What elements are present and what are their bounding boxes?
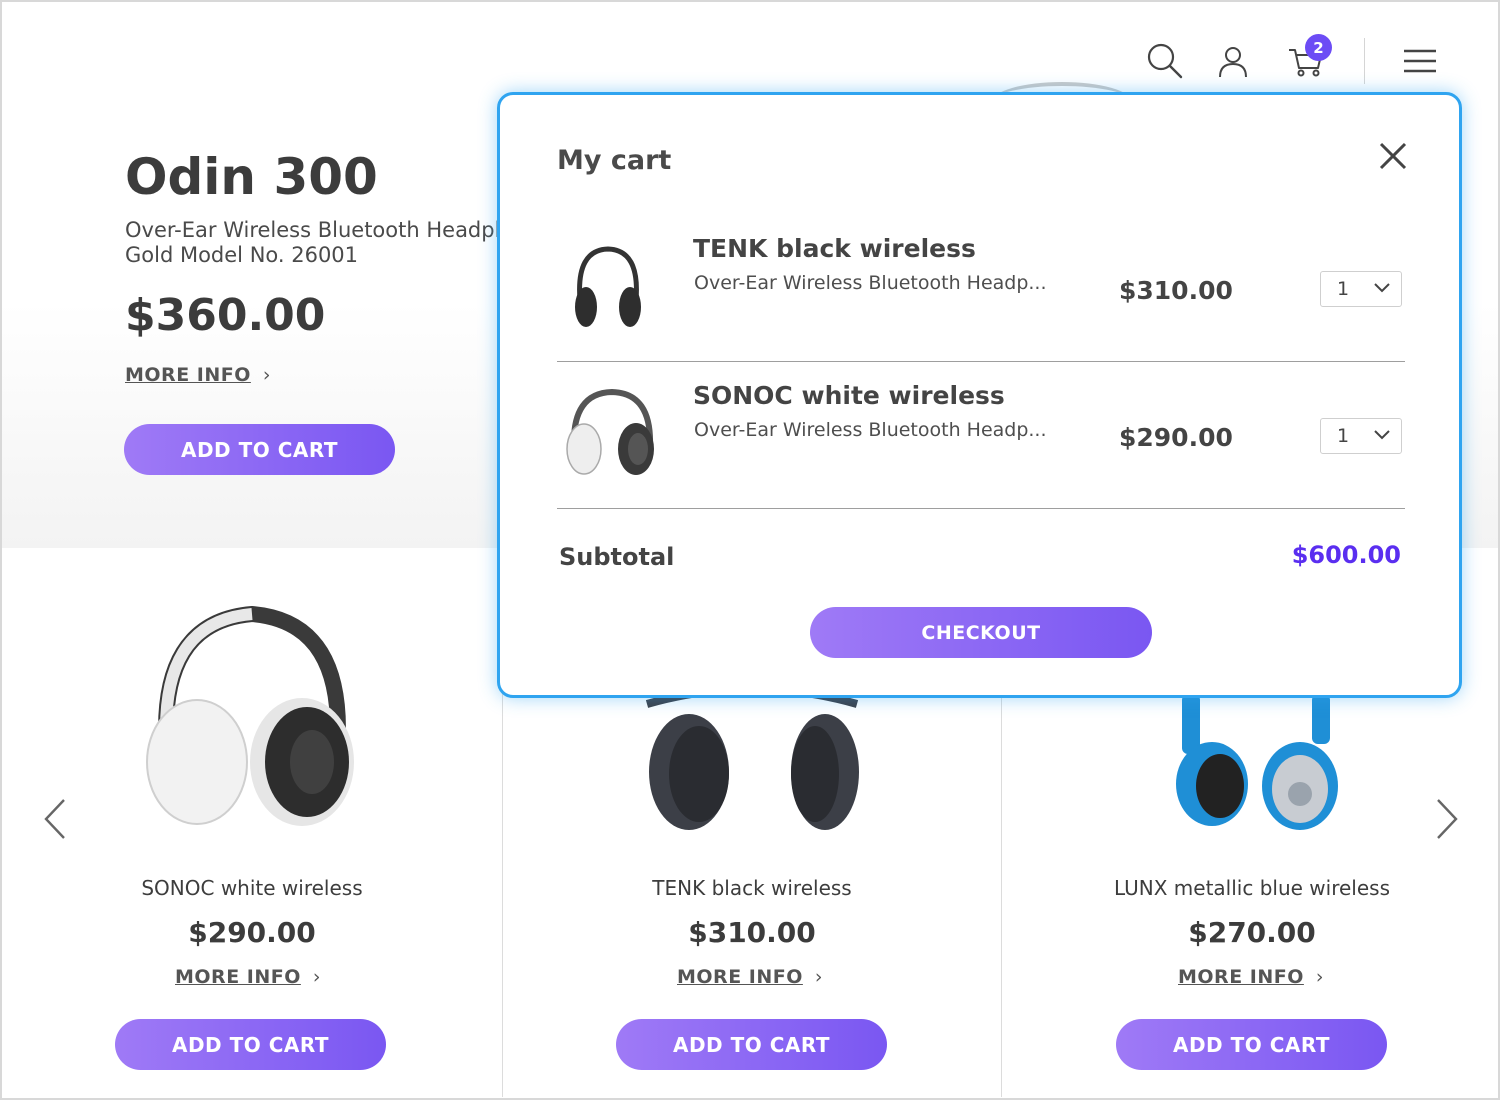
product-add-to-cart-button[interactable]: ADD TO CART (115, 1019, 386, 1070)
product-image-sonoc (146, 605, 354, 826)
checkout-button[interactable]: CHECKOUT (810, 607, 1152, 658)
product-price: $270.00 (1188, 916, 1316, 949)
product-name: SONOC white wireless (141, 876, 363, 900)
menu-icon[interactable] (1404, 49, 1436, 73)
quantity-select[interactable]: 1 (1320, 271, 1402, 307)
chevron-right-icon: › (1315, 966, 1324, 988)
more-info-label: MORE INFO (677, 966, 803, 988)
cart-item-name: TENK black wireless (693, 234, 976, 263)
product-add-to-cart-button[interactable]: ADD TO CART (616, 1019, 887, 1070)
product-name: LUNX metallic blue wireless (1113, 876, 1390, 900)
close-icon[interactable] (1376, 139, 1410, 173)
cart-popup: My cart TENK black wireless Over-Ear Wir… (497, 92, 1462, 698)
cart-item-image (575, 246, 641, 327)
cart-item-description: Over-Ear Wireless Bluetooth Headp... (694, 419, 1047, 441)
chevron-down-icon (1374, 283, 1390, 293)
hero-subtitle-line2: Gold Model No. 26001 (125, 243, 359, 267)
hero-more-info-link[interactable]: MORE INFO › (125, 364, 271, 386)
more-info-label: MORE INFO (125, 364, 251, 386)
product-more-info-link[interactable]: MORE INFO › (175, 966, 321, 988)
cart-count-badge: 2 (1305, 34, 1332, 61)
user-icon[interactable] (1218, 46, 1248, 78)
chevron-right-icon: › (312, 966, 321, 988)
chevron-right-icon: › (814, 966, 823, 988)
product-add-to-cart-button[interactable]: ADD TO CART (1116, 1019, 1387, 1070)
cart-item-image (566, 388, 654, 475)
header-divider (1364, 38, 1365, 84)
subtotal-value: $600.00 (1291, 541, 1401, 569)
product-image-tenk (645, 694, 859, 830)
quantity-value: 1 (1337, 278, 1350, 300)
chevron-down-icon (1374, 430, 1390, 440)
product-name: TENK black wireless (652, 876, 852, 900)
cart-title: My cart (557, 145, 672, 176)
search-icon[interactable] (1146, 42, 1184, 80)
subtotal-label: Subtotal (559, 543, 675, 571)
product-price: $310.00 (688, 916, 816, 949)
product-more-info-link[interactable]: MORE INFO › (677, 966, 823, 988)
hero-add-to-cart-button[interactable]: ADD TO CART (124, 424, 395, 475)
more-info-label: MORE INFO (175, 966, 301, 988)
hero-price: $360.00 (125, 290, 326, 341)
chevron-right-icon: › (262, 364, 271, 386)
cart-item-price: $310.00 (1119, 276, 1233, 305)
quantity-value: 1 (1337, 425, 1350, 447)
cart-divider (557, 508, 1405, 509)
more-info-label: MORE INFO (1178, 966, 1304, 988)
hero-subtitle: Over-Ear Wireless Bluetooth Headphones G… (125, 218, 497, 268)
cart-item-price: $290.00 (1119, 423, 1233, 452)
cart-divider (557, 361, 1405, 362)
carousel-next-icon[interactable] (1434, 798, 1460, 840)
product-more-info-link[interactable]: MORE INFO › (1178, 966, 1324, 988)
product-price: $290.00 (188, 916, 316, 949)
product-image-lunx (1176, 694, 1338, 830)
hero-title: Odin 300 (125, 148, 378, 206)
cart-item-name: SONOC white wireless (693, 381, 1005, 410)
page-frame: 2 Odin 300 Over-Ear Wireless Bluetooth H… (0, 0, 1500, 1100)
cart-item-description: Over-Ear Wireless Bluetooth Headp... (694, 272, 1047, 294)
carousel-prev-icon[interactable] (42, 798, 68, 840)
hero-subtitle-line1: Over-Ear Wireless Bluetooth Headphones (125, 218, 497, 242)
quantity-select[interactable]: 1 (1320, 418, 1402, 454)
